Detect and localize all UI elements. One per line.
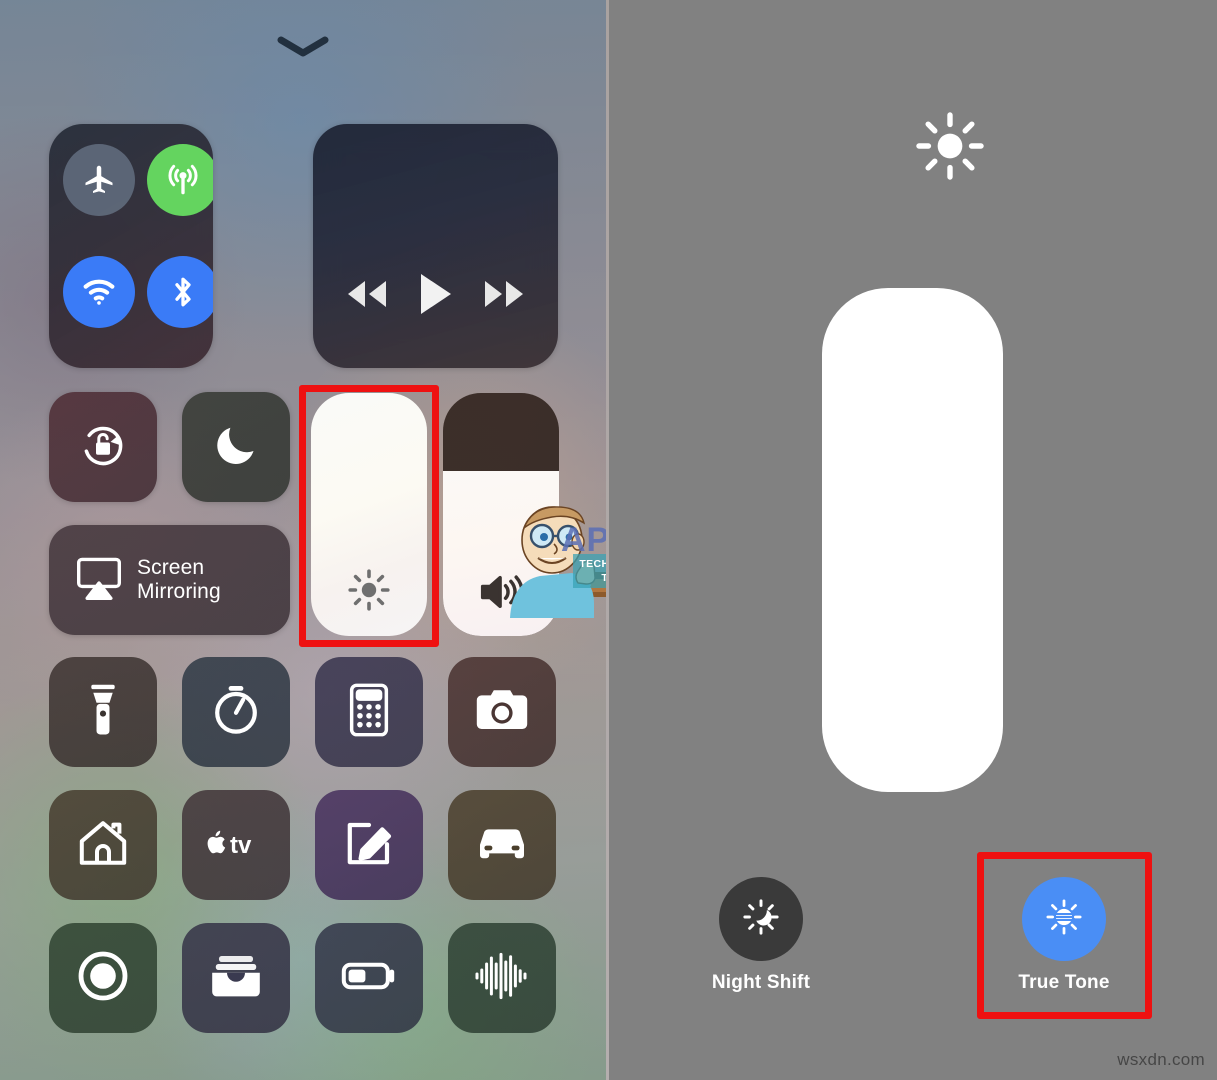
wallet-icon <box>209 952 263 1005</box>
speaker-icon <box>443 570 559 614</box>
notes-pencil-icon <box>343 817 395 874</box>
connectivity-module <box>49 124 213 368</box>
control-center-panel: Screen Mirroring tv AP TECH T <box>0 0 608 1080</box>
brightness-slider-expanded[interactable] <box>822 288 1003 792</box>
rotation-lock-icon <box>75 417 131 478</box>
screen-recording-button[interactable] <box>49 923 157 1033</box>
svg-text:tv: tv <box>230 832 252 859</box>
rotation-lock-button[interactable] <box>49 392 157 502</box>
screen-mirroring-button[interactable]: Screen Mirroring <box>49 525 290 635</box>
fast-forward-button[interactable] <box>481 277 527 316</box>
timer-icon <box>210 684 262 741</box>
site-watermark: wsxdn.com <box>1117 1050 1205 1069</box>
appuals-tagline-line2: THE EXPERTS! <box>601 572 608 585</box>
battery-icon <box>341 960 397 997</box>
wifi-icon <box>80 273 118 311</box>
do-not-disturb-while-driving-button[interactable] <box>448 790 556 900</box>
media-playback-module <box>313 124 558 368</box>
rewind-button[interactable] <box>344 277 390 316</box>
apple-tv-icon: tv <box>203 823 269 868</box>
calculator-button[interactable] <box>315 657 423 767</box>
night-shift-button[interactable] <box>719 877 803 961</box>
sun-icon <box>912 108 988 184</box>
bluetooth-icon <box>165 274 201 310</box>
airplane-mode-button[interactable] <box>63 144 135 216</box>
screen-mirroring-label-line2: Mirroring <box>137 580 221 603</box>
appuals-tagline: TECH HOW-TO'S FROM THE EXPERTS! <box>573 554 608 589</box>
apple-tv-remote-button[interactable]: tv <box>182 790 290 900</box>
do-not-disturb-button[interactable] <box>182 392 290 502</box>
camera-icon <box>475 687 529 738</box>
calculator-icon <box>347 683 391 742</box>
appuals-tagline-line1: TECH HOW-TO'S FROM <box>579 558 608 570</box>
screen-mirroring-label: Screen Mirroring <box>137 556 221 603</box>
volume-slider[interactable] <box>443 393 559 636</box>
chevron-down-icon[interactable] <box>277 36 329 58</box>
bluetooth-button[interactable] <box>147 256 213 328</box>
wifi-button[interactable] <box>63 256 135 328</box>
screen-mirroring-label-line1: Screen <box>137 556 205 580</box>
brightness-expanded-panel: Night Shift True Tone wsxdn.com <box>609 0 1217 1080</box>
airplane-icon <box>81 162 117 198</box>
night-shift-label: Night Shift <box>711 972 811 993</box>
flashlight-button[interactable] <box>49 657 157 767</box>
rewind-icon <box>344 277 390 316</box>
true-tone-sun-icon <box>1042 895 1086 944</box>
sun-moon-icon <box>739 895 783 944</box>
fast-forward-icon <box>481 277 527 316</box>
cellular-data-button[interactable] <box>147 144 213 216</box>
flashlight-icon <box>80 683 126 742</box>
record-icon <box>76 949 130 1008</box>
low-power-mode-button[interactable] <box>315 923 423 1033</box>
play-button[interactable] <box>415 271 455 322</box>
appuals-brand-text: APPUALS <box>561 521 608 559</box>
airplay-icon <box>75 556 123 605</box>
car-icon <box>474 822 530 869</box>
panel-divider <box>606 0 609 1080</box>
true-tone-button[interactable] <box>1022 877 1106 961</box>
true-tone-label: True Tone <box>1018 972 1110 993</box>
timer-button[interactable] <box>182 657 290 767</box>
play-icon <box>415 271 455 322</box>
hearing-button[interactable] <box>448 923 556 1033</box>
moon-icon <box>211 420 261 475</box>
home-button[interactable] <box>49 790 157 900</box>
camera-button[interactable] <box>448 657 556 767</box>
brightness-slider[interactable] <box>311 393 427 636</box>
sun-icon <box>311 566 427 614</box>
sound-wave-icon <box>473 952 531 1005</box>
appuals-brand-watermark: APPUALS TECH HOW-TO'S FROM THE EXPERTS! <box>561 521 608 589</box>
cellular-antenna-icon <box>164 161 202 199</box>
notes-button[interactable] <box>315 790 423 900</box>
screenshot-root: Screen Mirroring tv AP TECH T Night Shif… <box>0 0 1217 1080</box>
wallet-button[interactable] <box>182 923 290 1033</box>
home-icon <box>77 818 129 873</box>
